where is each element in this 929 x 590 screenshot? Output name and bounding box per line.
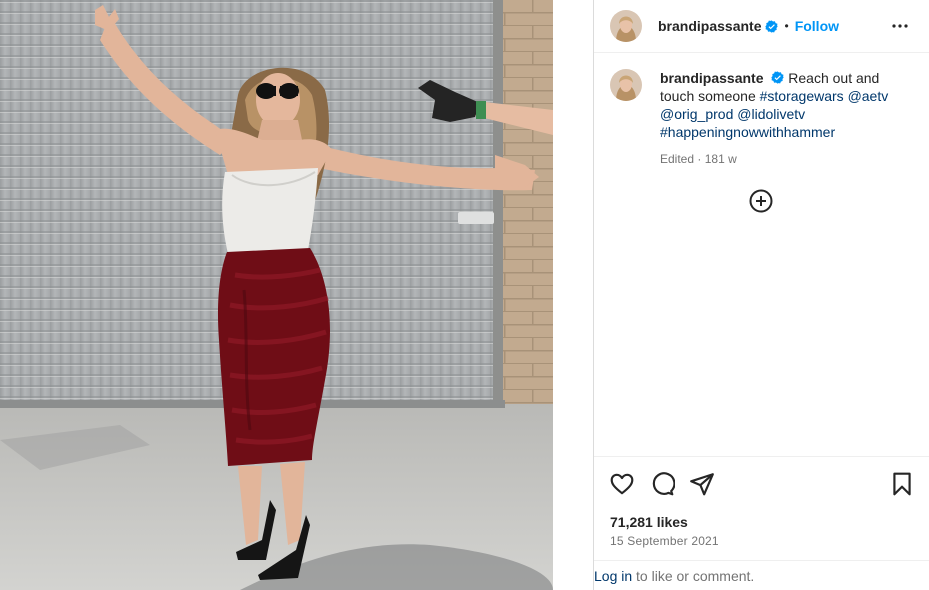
caption-meta: Edited · 181 w	[660, 150, 914, 168]
post-actions: 71,281 likes 15 September 2021	[594, 456, 929, 560]
login-link[interactable]: Log in	[594, 568, 632, 584]
login-prompt-text: to like or comment.	[632, 568, 755, 584]
add-circle-icon[interactable]	[749, 189, 773, 213]
post-age[interactable]: 181 w	[705, 152, 737, 166]
post-author-username[interactable]: brandipassante	[658, 18, 761, 34]
caption: brandipassante Reach out and touch someo…	[610, 69, 914, 168]
more-options-icon[interactable]	[886, 12, 914, 40]
paper-plane-icon[interactable]	[689, 471, 715, 497]
verified-badge-icon	[771, 71, 785, 84]
heart-icon[interactable]	[609, 471, 635, 497]
caption-avatar[interactable]	[610, 69, 642, 101]
likes-count[interactable]: 71,281 likes	[610, 514, 688, 530]
mention-link[interactable]: @orig_prod	[660, 106, 733, 122]
meta-separator: ·	[697, 152, 705, 166]
caption-body: brandipassante Reach out and touch someo…	[660, 69, 914, 168]
hashtag-link[interactable]: #happeningnowwithhammer	[660, 124, 835, 140]
edited-label: Edited	[660, 152, 695, 166]
mention-link[interactable]: @lidolivetv	[737, 106, 805, 122]
avatar[interactable]	[610, 10, 642, 42]
comment-icon[interactable]	[649, 471, 676, 497]
bookmark-icon[interactable]	[889, 471, 915, 497]
post-header: brandipassante • Follow	[594, 0, 929, 53]
separator-dot: •	[784, 19, 789, 33]
mention-link[interactable]: @aetv	[848, 88, 889, 104]
login-prompt: Log in to like or comment.	[594, 560, 929, 590]
post-details-panel: brandipassante • Follow brandipassante R…	[593, 0, 929, 590]
hashtag-link[interactable]: #storagewars	[760, 88, 844, 104]
post-photo	[0, 0, 553, 590]
caption-username[interactable]: brandipassante	[660, 70, 763, 86]
post-image[interactable]	[0, 0, 553, 590]
verified-badge-icon	[765, 19, 779, 33]
post-date[interactable]: 15 September 2021	[610, 534, 719, 548]
follow-button[interactable]: Follow	[795, 18, 839, 34]
